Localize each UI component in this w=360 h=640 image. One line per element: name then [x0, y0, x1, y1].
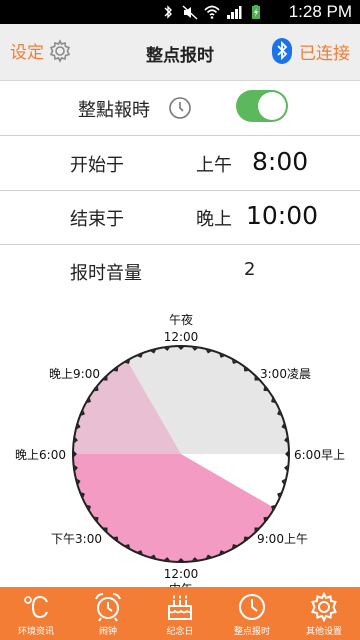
chime-toggle-label: 整點報時 — [78, 100, 150, 121]
dial-label-6am: 6:00早上 — [294, 448, 345, 462]
dial-label-midnight-time: 12:00 — [164, 330, 199, 344]
nav-item-alarm[interactable]: 闹钟 — [72, 587, 144, 640]
nav-label-alarm: 闹钟 — [98, 627, 117, 637]
status-bar: 1:28 PM — [0, 0, 360, 24]
dial-label-noon-time: 12:00 — [164, 567, 199, 581]
volume-value: 2 — [244, 259, 256, 280]
dial-label-9am: 9:00上午 — [257, 532, 308, 546]
gear-icon — [311, 591, 337, 623]
nav-label-environment: 环境资讯 — [17, 627, 54, 637]
clock-icon — [169, 97, 191, 119]
thermometer-celsius-icon — [24, 595, 48, 619]
end-period: 晚上 — [196, 209, 232, 230]
start-label: 开始于 — [70, 155, 124, 176]
toggle-knob — [258, 92, 286, 120]
signal-status-icon — [227, 6, 242, 19]
nav-item-environment[interactable]: 环境资讯 — [0, 587, 72, 640]
app-header: 设定 整点报时 已连接 — [0, 24, 360, 81]
cake-icon — [168, 595, 192, 620]
bluetooth-status-icon — [164, 5, 172, 19]
nav-label-other-settings: 其他设置 — [305, 627, 342, 637]
alarm-clock-icon — [95, 593, 121, 622]
status-time: 1:28 PM — [288, 2, 352, 21]
battery-charging-icon — [252, 5, 260, 19]
chime-volume-row[interactable]: 报时音量 2 — [0, 245, 360, 299]
start-period: 上午 — [196, 155, 232, 176]
clock-icon — [239, 594, 265, 620]
dial-svg: 午夜 12:00 3:00凌晨 6:00早上 9:00上午 12:00 中午 下… — [15, 312, 345, 587]
start-time: 8:00 — [252, 147, 309, 176]
start-time-row[interactable]: 开始于 上午 8:00 — [0, 137, 360, 191]
end-label: 结束于 — [70, 209, 124, 230]
status-icons — [160, 3, 264, 21]
mute-status-icon — [182, 5, 198, 20]
wifi-status-icon — [204, 5, 220, 19]
chime-range-dial[interactable]: 午夜 12:00 3:00凌晨 6:00早上 9:00上午 12:00 中午 下… — [0, 293, 360, 587]
chime-toggle-row: 整點報時 — [0, 82, 360, 136]
nav-item-anniversary[interactable]: 纪念日 — [144, 587, 216, 640]
chime-toggle-switch[interactable] — [236, 90, 288, 122]
bottom-nav: 环境资讯 闹钟 纪念日 整点报时 其他设置 — [0, 587, 360, 640]
bluetooth-icon — [272, 38, 292, 64]
nav-label-anniversary: 纪念日 — [166, 627, 194, 637]
dial-label-6pm: 晚上6:00 — [15, 448, 66, 462]
connection-label: 已连接 — [299, 43, 350, 64]
connection-status-button[interactable]: 已连接 — [271, 37, 350, 65]
end-time-row[interactable]: 结束于 晚上 10:00 — [0, 191, 360, 245]
nav-item-other-settings[interactable]: 其他设置 — [288, 587, 360, 640]
nav-item-hourly-chime[interactable]: 整点报时 — [216, 587, 288, 640]
volume-label: 报时音量 — [70, 263, 142, 284]
dial-label-midnight-word: 午夜 — [169, 312, 193, 327]
dial-label-9pm: 晚上9:00 — [49, 367, 100, 381]
dial-label-3pm: 下午3:00 — [51, 532, 102, 546]
dial-label-3am: 3:00凌晨 — [260, 367, 311, 381]
end-time: 10:00 — [246, 201, 319, 230]
nav-label-hourly-chime: 整点报时 — [233, 627, 270, 637]
